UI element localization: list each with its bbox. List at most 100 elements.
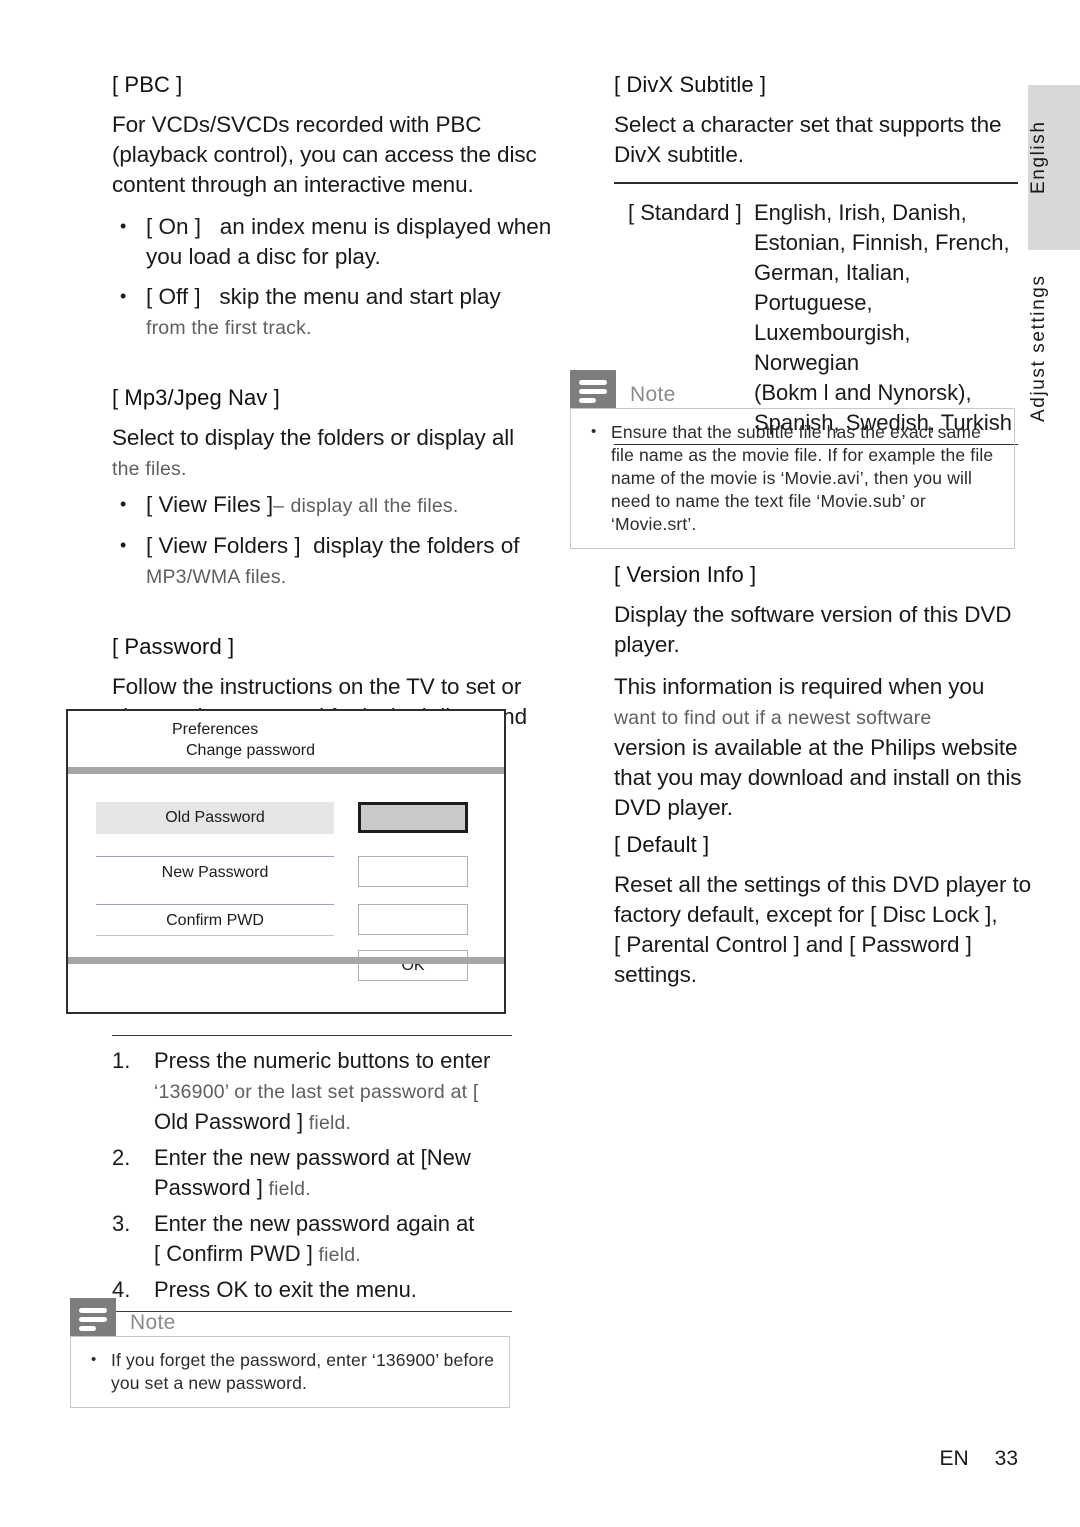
mp3nav-viewfolders-text: display the folders of [313,533,520,558]
list-item: 1. Press the numeric buttons to enter ‘1… [112,1046,512,1138]
note-right-header: Note [570,370,1015,408]
step-2-line2-soft: field. [262,1178,311,1200]
default-heading: [ Default ] [614,832,710,857]
step-2-number: 2. [112,1145,131,1170]
mp3nav-viewfiles-label: [ View Files ] [146,492,274,517]
pbc-option-on-label: [ On ] [146,214,202,239]
divx-body: Select a character set that supports the… [614,112,1002,167]
default-line2: factory default, except for [ Disc Lock … [614,902,998,927]
step-3-number: 3. [112,1211,131,1236]
note-right-body: Ensure that the subtitle file has the ex… [570,408,1015,549]
osd-field-confirm-pwd[interactable] [358,904,468,935]
mp3nav-body: Select to display the folders or display… [112,423,564,484]
note-right-title: Note [630,383,676,406]
list-item: [ Off ] skip the menu and start play fro… [112,281,564,343]
osd-title-line1: Preferences [172,721,259,738]
left-column: [ PBC ] For VCDs/SVCDs recorded with PBC… [112,70,564,774]
osd-title: Preferences Change password [68,711,504,767]
osd-label-new-password: New Password [96,856,334,888]
step-1-main: Press the [154,1048,254,1073]
step-1-bold: numeric buttons [253,1048,410,1073]
footer-page-number: 33 [994,1447,1018,1470]
osd-ok-button[interactable]: OK [358,950,468,981]
default-line4: settings. [614,962,697,987]
osd-top-separator [68,767,504,774]
step-3-line2-main: [ Confirm PWD ] [154,1241,313,1266]
mp3nav-viewfiles-soft: display all the files. [290,495,459,517]
mp3nav-viewfolders-soft: MP3/WMA files. [146,566,287,588]
step-2-main2: New [426,1145,471,1170]
password-heading: [ Password ] [112,634,235,659]
step-1-line3-main: Old Password ] [154,1109,304,1134]
mp3nav-body-soft: the files. [112,458,187,480]
step-3-main: Enter the new password again at [154,1211,475,1236]
pbc-option-off-text: skip the menu and start play [219,284,501,309]
mp3nav-viewfolders-label: [ View Folders ] [146,533,301,558]
list-item: [ View Files ]– display all the files. [112,489,564,521]
pbc-option-off-label: [ Off ] [146,284,201,309]
version-info-body2-main: This information is required when you [614,674,985,699]
version-info-body2: This information is required when you wa… [614,672,1054,823]
step-1-main2: to enter [409,1048,491,1073]
default-line3: [ Parental Control ] and [ Password ] [614,932,972,957]
section-default: [ Default ] Reset all the settings of th… [614,830,1064,1002]
note-right: Note Ensure that the subtitle file has t… [570,370,1015,549]
list-item: 2. Enter the new password at [New Passwo… [112,1143,512,1204]
pbc-body: For VCDs/SVCDs recorded with PBC (playba… [112,112,537,197]
step-1-line3-soft: field. [303,1112,352,1134]
section-pbc: [ PBC ] For VCDs/SVCDs recorded with PBC… [112,70,564,343]
default-body: Reset all the settings of this DVD playe… [614,870,1064,990]
mp3nav-option-list: [ View Files ]– display all the files. [… [112,489,564,592]
step-2-line2-main: Password ] [154,1175,263,1200]
osd-row-new-password: New Password [96,856,488,888]
pbc-option-list: [ On ] an index menu is displayed when y… [112,211,564,343]
note-icon [570,370,616,408]
page-footer: EN 33 [0,1447,1018,1471]
note-left: Note If you forget the password, enter ‘… [70,1298,510,1408]
mp3nav-viewfiles-dash: – [273,495,285,517]
step-2-main: Enter the new password at [ [154,1145,427,1170]
divx-heading: [ DivX Subtitle ] [614,72,767,97]
note-left-title: Note [130,1311,176,1334]
manual-page: [ PBC ] For VCDs/SVCDs recorded with PBC… [0,0,1080,1527]
version-info-heading: [ Version Info ] [614,562,757,587]
mp3nav-heading: [ Mp3/Jpeg Nav ] [112,385,280,410]
default-line1: Reset all the settings of this DVD playe… [614,872,1032,897]
note-left-header: Note [70,1298,510,1336]
version-info-body2-soft: want to find out if a newest software [614,707,932,729]
osd-field-new-password[interactable] [358,856,468,887]
osd-label-old-password: Old Password [96,802,334,834]
charset-table-top-rule [614,182,1018,184]
step-1-number: 1. [112,1048,131,1073]
pbc-option-on-text: an index menu is displayed when you load… [146,214,552,269]
list-item: If you forget the password, enter ‘13690… [85,1348,495,1395]
list-item: [ On ] an index menu is displayed when y… [112,211,564,272]
step-1-soft: ‘136900’ or the last set password at [ [154,1081,479,1103]
password-steps-list: 1. Press the numeric buttons to enter ‘1… [112,1046,512,1305]
side-tab-adjust-settings: Adjust settings [1028,274,1049,422]
osd-label-confirm-pwd: Confirm PWD [96,904,334,936]
osd-row-confirm-pwd: Confirm PWD [96,904,488,936]
pbc-option-off-soft: from the first track. [146,317,312,339]
footer-locale: EN [939,1447,969,1470]
pbc-heading: [ PBC ] [112,72,183,97]
version-info-body2-main2: version is available at the Philips webs… [614,735,1022,820]
section-version-info: [ Version Info ] Display the software ve… [614,560,1054,835]
version-info-body1: Display the software version of this DVD… [614,602,1012,657]
note-left-body: If you forget the password, enter ‘13690… [70,1336,510,1408]
osd-bottom-separator [68,957,504,964]
note-icon [70,1298,116,1336]
osd-field-old-password[interactable] [358,802,468,833]
section-mp3-jpeg-nav: [ Mp3/Jpeg Nav ] Select to display the f… [112,383,564,592]
mp3nav-body-main: Select to display the folders or display… [112,425,515,450]
osd-title-line2: Change password [186,742,315,759]
osd-row-old-password: Old Password [96,802,488,834]
list-item: Ensure that the subtitle file has the ex… [585,420,1000,536]
step-3-line2-soft: field. [312,1244,361,1266]
side-tab-english: English [1028,85,1080,250]
osd-change-password-dialog: Preferences Change password Old Password… [66,709,506,1014]
list-item: [ View Folders ] display the folders of … [112,530,564,592]
password-steps-block: 1. Press the numeric buttons to enter ‘1… [112,1035,512,1312]
osd-body: Old Password New Password Confirm PWD OK [68,774,504,981]
steps-top-rule [112,1035,512,1036]
